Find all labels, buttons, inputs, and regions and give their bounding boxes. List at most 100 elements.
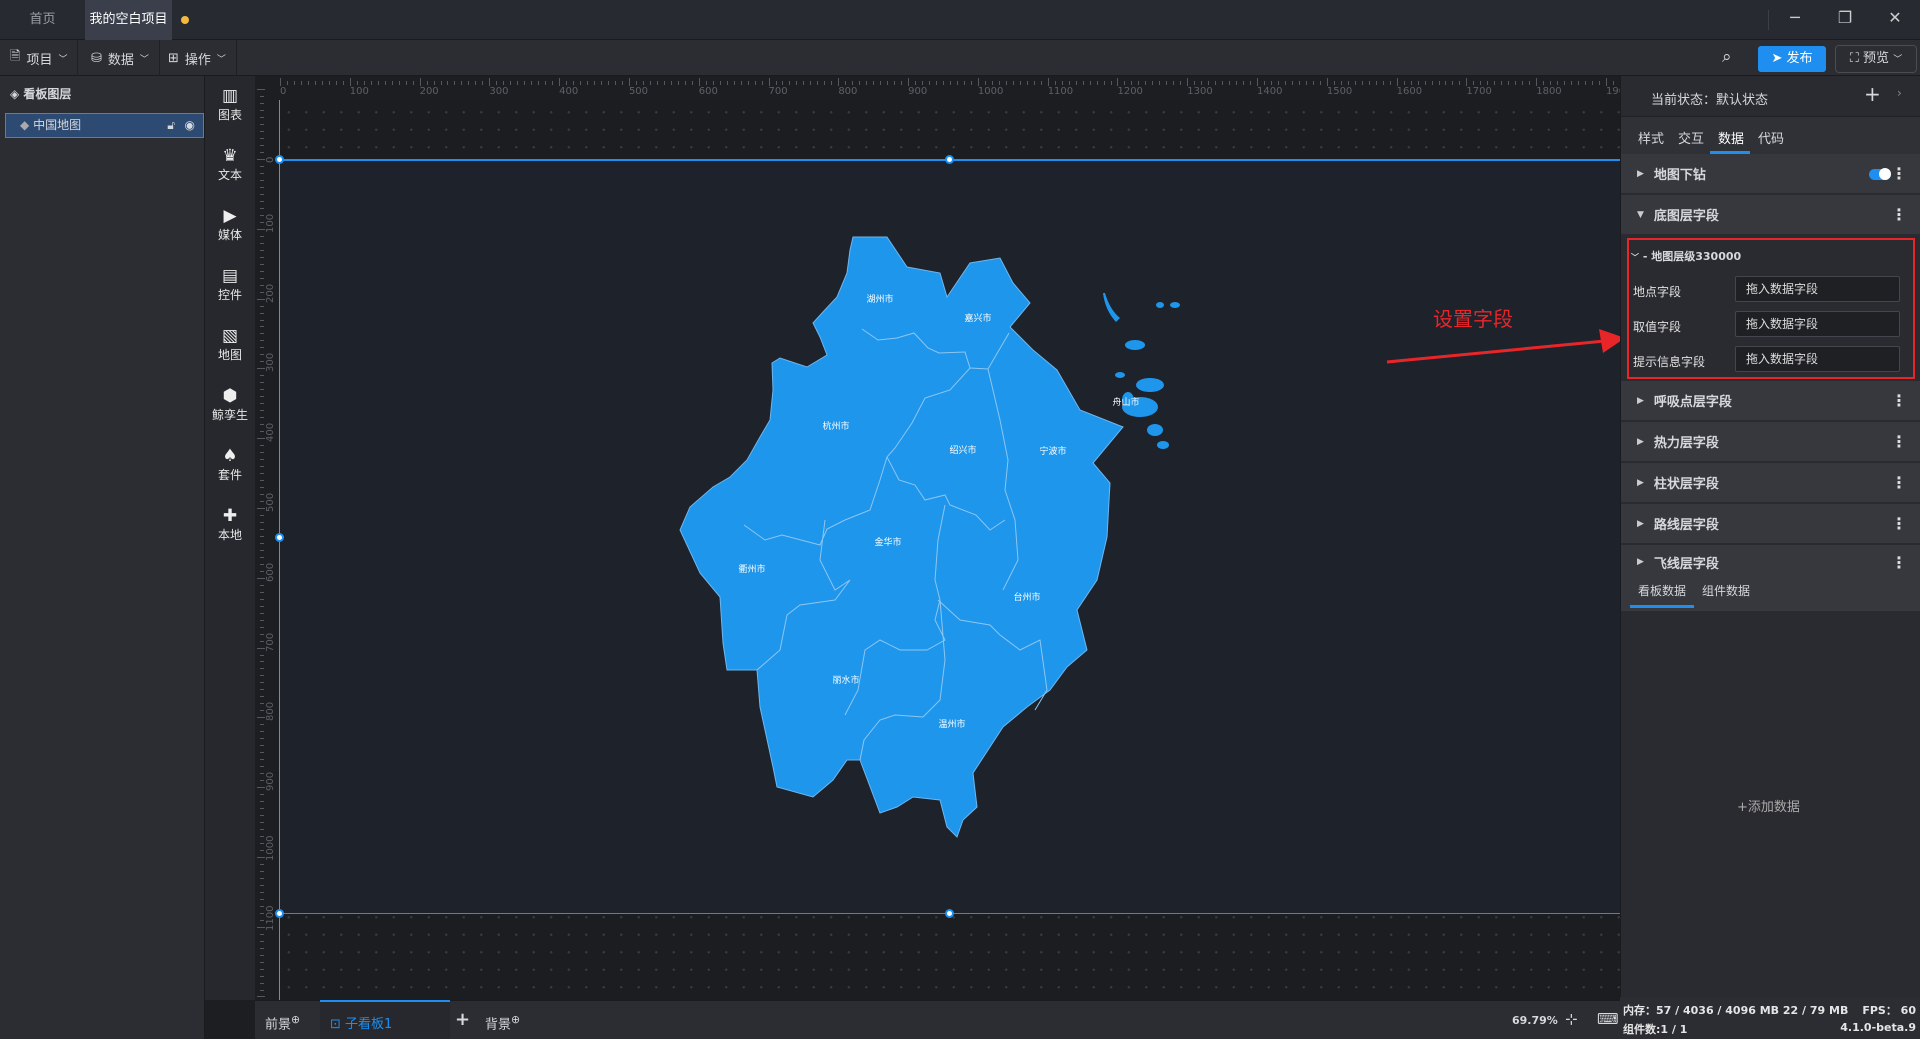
add-data-button[interactable]: +添加数据 <box>1737 796 1800 815</box>
more-icon[interactable]: ⋮ <box>1891 432 1907 451</box>
ruler-tick <box>260 884 264 886</box>
tab-project[interactable]: 我的空白项目 <box>85 0 172 40</box>
section-drill[interactable]: ▶ 地图下钻 ⋮ <box>1621 154 1920 195</box>
level-header[interactable]: ﹀ - 地图层级330000 <box>1631 248 1741 264</box>
menu-project[interactable]: 🗎 项目 ﹀ <box>0 40 79 76</box>
layer-panel: ◈ 看板图层 ◆ 中国地图 🔓︎ ◉ <box>0 76 205 1039</box>
ruler-tick <box>1180 81 1182 85</box>
publish-label: 发布 <box>1786 51 1813 66</box>
background-tab[interactable]: 背景⊕ <box>485 1013 520 1032</box>
tool-local[interactable]: ✚ 本地 <box>205 506 255 543</box>
ruler-tick <box>260 724 264 726</box>
ruler-tick <box>545 81 547 85</box>
ruler-tick <box>1487 81 1489 85</box>
foreground-tab[interactable]: 前景⊕ <box>265 1013 300 1032</box>
ruler-tick <box>260 766 264 768</box>
ruler-tick <box>510 81 512 85</box>
ruler-tick <box>1047 78 1049 86</box>
resize-handle[interactable] <box>275 533 284 542</box>
tool-label: 图表 <box>217 108 242 122</box>
ruler-tick <box>260 947 264 949</box>
keyboard-icon[interactable]: ⌨ <box>1597 1010 1619 1028</box>
drill-toggle[interactable] <box>1869 168 1891 180</box>
add-state-button[interactable]: + <box>1864 82 1881 106</box>
section-heat[interactable]: ▶ 热力层字段 ⋮ <box>1621 422 1920 463</box>
unlock-icon[interactable]: 🔓︎ <box>167 114 175 137</box>
fit-screen-icon[interactable]: ⊹ <box>1565 1010 1578 1028</box>
ruler-tick <box>1571 81 1573 85</box>
tab-data[interactable]: 数据 <box>1718 128 1744 147</box>
add-subboard-button[interactable]: + <box>455 1009 470 1030</box>
section-base[interactable]: ▼ 底图层字段 ⋮ <box>1621 195 1920 236</box>
ruler-tick <box>257 996 265 998</box>
more-icon[interactable]: ⋮ <box>1891 553 1907 572</box>
publish-button[interactable]: ➤ 发布 <box>1758 46 1826 72</box>
tab-style[interactable]: 样式 <box>1638 128 1664 147</box>
ruler-tick <box>260 612 264 614</box>
map-icon: ▧ <box>221 326 239 346</box>
tool-control[interactable]: ▤ 控件 <box>205 266 255 303</box>
section-breath[interactable]: ▶ 呼吸点层字段 ⋮ <box>1621 381 1920 422</box>
ruler-tick <box>349 78 351 86</box>
ruler-label: 1600 <box>1396 86 1423 97</box>
resize-handle[interactable] <box>945 155 954 164</box>
ruler-tick <box>705 81 707 85</box>
tab-interaction[interactable]: 交互 <box>1678 128 1704 147</box>
tab-home[interactable]: 首页 <box>0 0 85 40</box>
section-fly[interactable]: ▶ 飞线层字段 ⋮ <box>1621 545 1920 579</box>
map-region[interactable] <box>679 236 1124 838</box>
board-tabs-bar: 前景⊕ ⊡ 子看板1 + 背景⊕ 69.79% ⊹ ⌨ <box>255 1000 1620 1039</box>
restore-icon[interactable]: ❐ <box>1833 8 1857 32</box>
tool-twin[interactable]: ⬢ 鲸孪生 <box>205 386 255 423</box>
menu-operate[interactable]: ⊞ 操作 ﹀ <box>158 40 237 76</box>
fullscreen-icon: ⛶ <box>1849 51 1859 66</box>
resize-handle[interactable] <box>945 909 954 918</box>
value-field-input[interactable]: 拖入数据字段 <box>1735 311 1900 337</box>
zoom-level[interactable]: 69.79% <box>1512 1014 1558 1027</box>
chevron-right-icon[interactable]: › <box>1897 86 1902 100</box>
section-bar[interactable]: ▶ 柱状层字段 ⋮ <box>1621 463 1920 504</box>
resize-handle[interactable] <box>275 155 284 164</box>
eye-icon[interactable]: ◉ <box>185 114 195 137</box>
tooltip-field-input[interactable]: 拖入数据字段 <box>1735 346 1900 372</box>
more-icon[interactable]: ⋮ <box>1891 164 1907 183</box>
fps: FPS： 60 <box>1862 1004 1916 1017</box>
search-icon[interactable]: ⌕ <box>1722 47 1732 67</box>
ruler-label: 600 <box>698 86 718 97</box>
tool-text[interactable]: ♛ 文本 <box>205 146 255 183</box>
more-icon[interactable]: ⋮ <box>1891 514 1907 533</box>
ruler-tick <box>1159 81 1161 85</box>
add-circle-icon[interactable]: ⊕ <box>511 1013 520 1026</box>
board[interactable]: 湖州市 嘉兴市 杭州市 绍兴市 宁波市 舟山市 金华市 衢州市 台州市 丽水市 … <box>275 155 1620 918</box>
layer-item[interactable]: ◆ 中国地图 🔓︎ ◉ <box>5 113 204 138</box>
tool-kit[interactable]: ♠ 套件 <box>205 446 255 483</box>
zhejiang-map[interactable]: 湖州市 嘉兴市 杭州市 绍兴市 宁波市 舟山市 金华市 衢州市 台州市 丽水市 … <box>280 159 1620 914</box>
section-route[interactable]: ▶ 路线层字段 ⋮ <box>1621 504 1920 545</box>
ruler-tick <box>628 78 630 86</box>
ruler-tick <box>260 459 264 461</box>
resize-handle[interactable] <box>275 909 284 918</box>
more-icon[interactable]: ⋮ <box>1891 473 1907 492</box>
preview-button[interactable]: ⛶ 预览 ﹀ <box>1835 45 1917 73</box>
location-field-input[interactable]: 拖入数据字段 <box>1735 276 1900 302</box>
more-icon[interactable]: ⋮ <box>1891 391 1907 410</box>
ruler-tick <box>991 81 993 85</box>
menu-data[interactable]: ⛁ 数据 ﹀ <box>81 40 160 76</box>
tool-map[interactable]: ▧ 地图 <box>205 326 255 363</box>
add-circle-icon[interactable]: ⊕ <box>291 1013 300 1026</box>
minimize-icon[interactable]: ─ <box>1783 8 1807 32</box>
close-icon[interactable]: ✕ <box>1883 8 1907 32</box>
ruler-label: 400 <box>559 86 579 97</box>
section-label: 热力层字段 <box>1653 436 1719 451</box>
more-icon[interactable]: ⋮ <box>1891 205 1907 224</box>
caret-right-icon: ▶ <box>1637 477 1644 488</box>
ruler-tick <box>859 81 861 85</box>
tool-media[interactable]: ▶ 媒体 <box>205 206 255 243</box>
subboard-tab[interactable]: ⊡ 子看板1 <box>320 1000 450 1039</box>
ruler-tick <box>468 81 470 85</box>
tab-code[interactable]: 代码 <box>1758 128 1784 147</box>
tab-board-data[interactable]: 看板数据 <box>1638 582 1686 599</box>
ruler-tick <box>719 81 721 85</box>
tool-chart[interactable]: ▥ 图表 <box>205 86 255 123</box>
tab-component-data[interactable]: 组件数据 <box>1702 582 1750 599</box>
